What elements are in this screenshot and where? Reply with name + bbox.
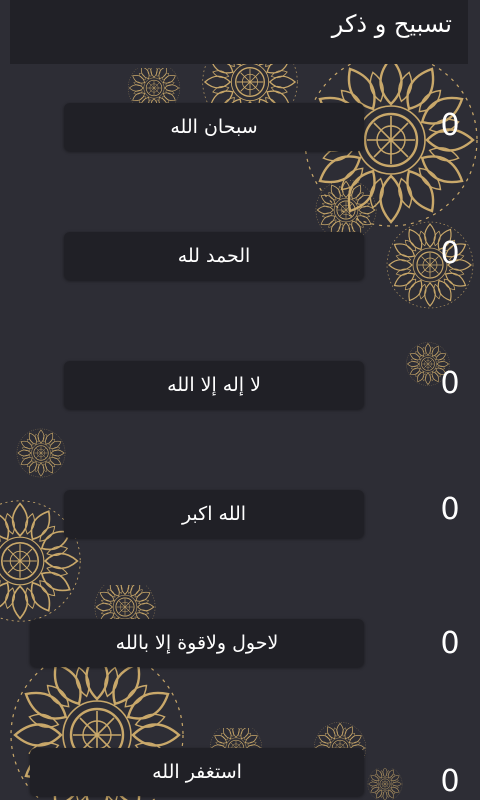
dhikr-label: سبحان الله — [170, 116, 258, 138]
dhikr-label: الحمد لله — [177, 245, 251, 267]
dhikr-counter: 0 — [440, 108, 460, 143]
dhikr-button-subhanallah[interactable]: سبحان الله — [64, 103, 364, 151]
dhikr-label: الله اكبر — [181, 503, 247, 525]
dhikr-label: لا إله إلا الله — [167, 374, 261, 396]
dhikr-counter: 0 — [440, 626, 460, 661]
dhikr-button-alhamdulillah[interactable]: الحمد لله — [64, 232, 364, 280]
mandala-ornament-icon — [367, 768, 403, 800]
dhikr-button-la-ilaha-illallah[interactable]: لا إله إلا الله — [64, 361, 364, 409]
dhikr-counter: 0 — [440, 366, 460, 401]
mandala-ornament-icon — [315, 180, 377, 240]
dhikr-button-astaghfirullah[interactable]: استغفر الله — [30, 748, 364, 796]
mandala-ornament-icon — [16, 428, 66, 478]
dhikr-counter: 0 — [440, 492, 460, 527]
dhikr-label: لاحول ولاقوة إلا بالله — [115, 632, 279, 654]
dhikr-counter: 0 — [440, 236, 460, 271]
dhikr-button-allahu-akbar[interactable]: الله اكبر — [64, 490, 364, 538]
title-bar: تسبيح و ذكر — [10, 0, 468, 64]
mandala-ornament-icon — [127, 68, 181, 108]
dhikr-counter: 0 — [440, 764, 460, 799]
dhikr-label: استغفر الله — [152, 761, 242, 783]
dhikr-screen: تسبيح و ذكر سبحان الله 0 الحمد لله 0 لا … — [0, 0, 480, 800]
page-title: تسبيح و ذكر — [331, 10, 452, 38]
dhikr-button-la-hawla[interactable]: لاحول ولاقوة إلا بالله — [30, 619, 364, 667]
